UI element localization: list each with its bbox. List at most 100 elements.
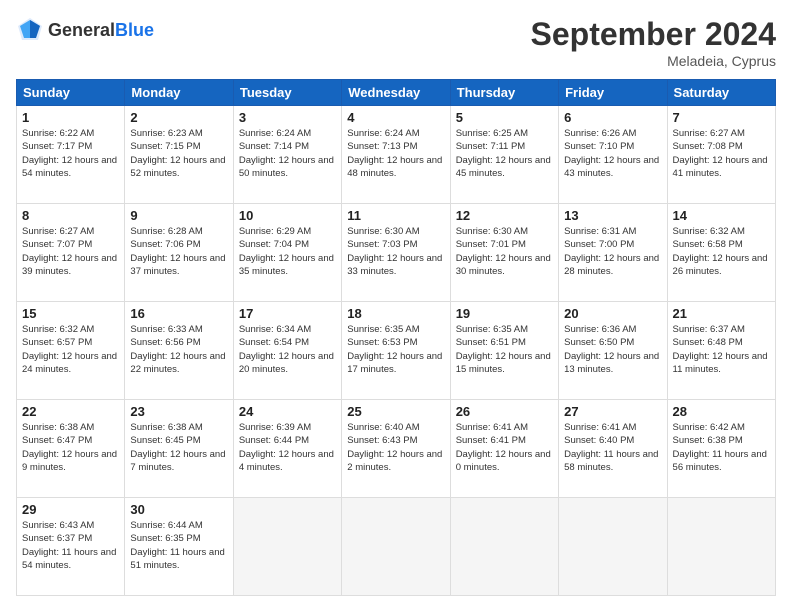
calendar-header-row: SundayMondayTuesdayWednesdayThursdayFrid… <box>17 80 776 106</box>
calendar-cell: 6 Sunrise: 6:26 AMSunset: 7:10 PMDayligh… <box>559 106 667 204</box>
weekday-header-sunday: Sunday <box>17 80 125 106</box>
calendar-cell: 23 Sunrise: 6:38 AMSunset: 6:45 PMDaylig… <box>125 400 233 498</box>
day-info: Sunrise: 6:31 AMSunset: 7:00 PMDaylight:… <box>564 226 659 277</box>
calendar-cell <box>667 498 775 596</box>
day-info: Sunrise: 6:24 AMSunset: 7:13 PMDaylight:… <box>347 128 442 179</box>
weekday-header-monday: Monday <box>125 80 233 106</box>
day-number: 2 <box>130 110 227 125</box>
logo: GeneralBlue <box>16 16 154 44</box>
calendar-week-1: 8 Sunrise: 6:27 AMSunset: 7:07 PMDayligh… <box>17 204 776 302</box>
weekday-header-thursday: Thursday <box>450 80 558 106</box>
day-number: 5 <box>456 110 553 125</box>
day-info: Sunrise: 6:35 AMSunset: 6:51 PMDaylight:… <box>456 324 551 375</box>
weekday-header-wednesday: Wednesday <box>342 80 450 106</box>
page: GeneralBlue September 2024 Meladeia, Cyp… <box>0 0 792 612</box>
day-info: Sunrise: 6:34 AMSunset: 6:54 PMDaylight:… <box>239 324 334 375</box>
day-number: 8 <box>22 208 119 223</box>
day-number: 19 <box>456 306 553 321</box>
calendar-cell: 8 Sunrise: 6:27 AMSunset: 7:07 PMDayligh… <box>17 204 125 302</box>
day-info: Sunrise: 6:41 AMSunset: 6:41 PMDaylight:… <box>456 422 551 473</box>
weekday-header-tuesday: Tuesday <box>233 80 341 106</box>
day-number: 16 <box>130 306 227 321</box>
header: GeneralBlue September 2024 Meladeia, Cyp… <box>16 16 776 69</box>
logo-blue: Blue <box>115 20 154 40</box>
day-info: Sunrise: 6:38 AMSunset: 6:45 PMDaylight:… <box>130 422 225 473</box>
day-info: Sunrise: 6:24 AMSunset: 7:14 PMDaylight:… <box>239 128 334 179</box>
day-number: 22 <box>22 404 119 419</box>
calendar-cell: 9 Sunrise: 6:28 AMSunset: 7:06 PMDayligh… <box>125 204 233 302</box>
day-number: 17 <box>239 306 336 321</box>
weekday-header-friday: Friday <box>559 80 667 106</box>
day-number: 24 <box>239 404 336 419</box>
day-info: Sunrise: 6:39 AMSunset: 6:44 PMDaylight:… <box>239 422 334 473</box>
day-number: 12 <box>456 208 553 223</box>
calendar-week-3: 22 Sunrise: 6:38 AMSunset: 6:47 PMDaylig… <box>17 400 776 498</box>
calendar-cell: 19 Sunrise: 6:35 AMSunset: 6:51 PMDaylig… <box>450 302 558 400</box>
calendar-week-2: 15 Sunrise: 6:32 AMSunset: 6:57 PMDaylig… <box>17 302 776 400</box>
calendar-cell: 14 Sunrise: 6:32 AMSunset: 6:58 PMDaylig… <box>667 204 775 302</box>
weekday-header-saturday: Saturday <box>667 80 775 106</box>
calendar-cell: 3 Sunrise: 6:24 AMSunset: 7:14 PMDayligh… <box>233 106 341 204</box>
page-title: September 2024 <box>531 16 776 53</box>
day-number: 15 <box>22 306 119 321</box>
day-number: 7 <box>673 110 770 125</box>
day-number: 10 <box>239 208 336 223</box>
calendar-week-0: 1 Sunrise: 6:22 AMSunset: 7:17 PMDayligh… <box>17 106 776 204</box>
day-info: Sunrise: 6:29 AMSunset: 7:04 PMDaylight:… <box>239 226 334 277</box>
logo-general: General <box>48 20 115 40</box>
calendar-cell <box>450 498 558 596</box>
day-number: 4 <box>347 110 444 125</box>
calendar-cell: 2 Sunrise: 6:23 AMSunset: 7:15 PMDayligh… <box>125 106 233 204</box>
day-info: Sunrise: 6:32 AMSunset: 6:58 PMDaylight:… <box>673 226 768 277</box>
calendar-cell: 1 Sunrise: 6:22 AMSunset: 7:17 PMDayligh… <box>17 106 125 204</box>
day-number: 3 <box>239 110 336 125</box>
day-info: Sunrise: 6:38 AMSunset: 6:47 PMDaylight:… <box>22 422 117 473</box>
day-info: Sunrise: 6:32 AMSunset: 6:57 PMDaylight:… <box>22 324 117 375</box>
calendar-cell: 7 Sunrise: 6:27 AMSunset: 7:08 PMDayligh… <box>667 106 775 204</box>
day-number: 11 <box>347 208 444 223</box>
day-info: Sunrise: 6:25 AMSunset: 7:11 PMDaylight:… <box>456 128 551 179</box>
day-info: Sunrise: 6:23 AMSunset: 7:15 PMDaylight:… <box>130 128 225 179</box>
calendar-cell: 13 Sunrise: 6:31 AMSunset: 7:00 PMDaylig… <box>559 204 667 302</box>
day-number: 28 <box>673 404 770 419</box>
day-info: Sunrise: 6:44 AMSunset: 6:35 PMDaylight:… <box>130 520 224 571</box>
day-info: Sunrise: 6:30 AMSunset: 7:01 PMDaylight:… <box>456 226 551 277</box>
day-info: Sunrise: 6:36 AMSunset: 6:50 PMDaylight:… <box>564 324 659 375</box>
calendar-cell: 18 Sunrise: 6:35 AMSunset: 6:53 PMDaylig… <box>342 302 450 400</box>
day-info: Sunrise: 6:40 AMSunset: 6:43 PMDaylight:… <box>347 422 442 473</box>
calendar-cell: 26 Sunrise: 6:41 AMSunset: 6:41 PMDaylig… <box>450 400 558 498</box>
calendar-cell: 11 Sunrise: 6:30 AMSunset: 7:03 PMDaylig… <box>342 204 450 302</box>
day-info: Sunrise: 6:27 AMSunset: 7:07 PMDaylight:… <box>22 226 117 277</box>
day-number: 30 <box>130 502 227 517</box>
calendar-cell: 22 Sunrise: 6:38 AMSunset: 6:47 PMDaylig… <box>17 400 125 498</box>
calendar-cell: 21 Sunrise: 6:37 AMSunset: 6:48 PMDaylig… <box>667 302 775 400</box>
day-info: Sunrise: 6:27 AMSunset: 7:08 PMDaylight:… <box>673 128 768 179</box>
calendar-cell: 4 Sunrise: 6:24 AMSunset: 7:13 PMDayligh… <box>342 106 450 204</box>
calendar-cell: 12 Sunrise: 6:30 AMSunset: 7:01 PMDaylig… <box>450 204 558 302</box>
logo-text: GeneralBlue <box>48 20 154 41</box>
day-number: 1 <box>22 110 119 125</box>
day-number: 6 <box>564 110 661 125</box>
day-info: Sunrise: 6:33 AMSunset: 6:56 PMDaylight:… <box>130 324 225 375</box>
day-number: 27 <box>564 404 661 419</box>
day-number: 18 <box>347 306 444 321</box>
day-number: 29 <box>22 502 119 517</box>
day-number: 25 <box>347 404 444 419</box>
day-info: Sunrise: 6:28 AMSunset: 7:06 PMDaylight:… <box>130 226 225 277</box>
title-block: September 2024 Meladeia, Cyprus <box>531 16 776 69</box>
day-info: Sunrise: 6:26 AMSunset: 7:10 PMDaylight:… <box>564 128 659 179</box>
day-info: Sunrise: 6:35 AMSunset: 6:53 PMDaylight:… <box>347 324 442 375</box>
day-number: 26 <box>456 404 553 419</box>
calendar-cell <box>342 498 450 596</box>
calendar-cell <box>233 498 341 596</box>
calendar-cell: 16 Sunrise: 6:33 AMSunset: 6:56 PMDaylig… <box>125 302 233 400</box>
calendar-cell: 17 Sunrise: 6:34 AMSunset: 6:54 PMDaylig… <box>233 302 341 400</box>
day-info: Sunrise: 6:22 AMSunset: 7:17 PMDaylight:… <box>22 128 117 179</box>
day-info: Sunrise: 6:41 AMSunset: 6:40 PMDaylight:… <box>564 422 658 473</box>
day-number: 23 <box>130 404 227 419</box>
calendar-cell: 25 Sunrise: 6:40 AMSunset: 6:43 PMDaylig… <box>342 400 450 498</box>
location-subtitle: Meladeia, Cyprus <box>531 53 776 69</box>
day-number: 21 <box>673 306 770 321</box>
calendar-cell: 15 Sunrise: 6:32 AMSunset: 6:57 PMDaylig… <box>17 302 125 400</box>
calendar-cell: 5 Sunrise: 6:25 AMSunset: 7:11 PMDayligh… <box>450 106 558 204</box>
